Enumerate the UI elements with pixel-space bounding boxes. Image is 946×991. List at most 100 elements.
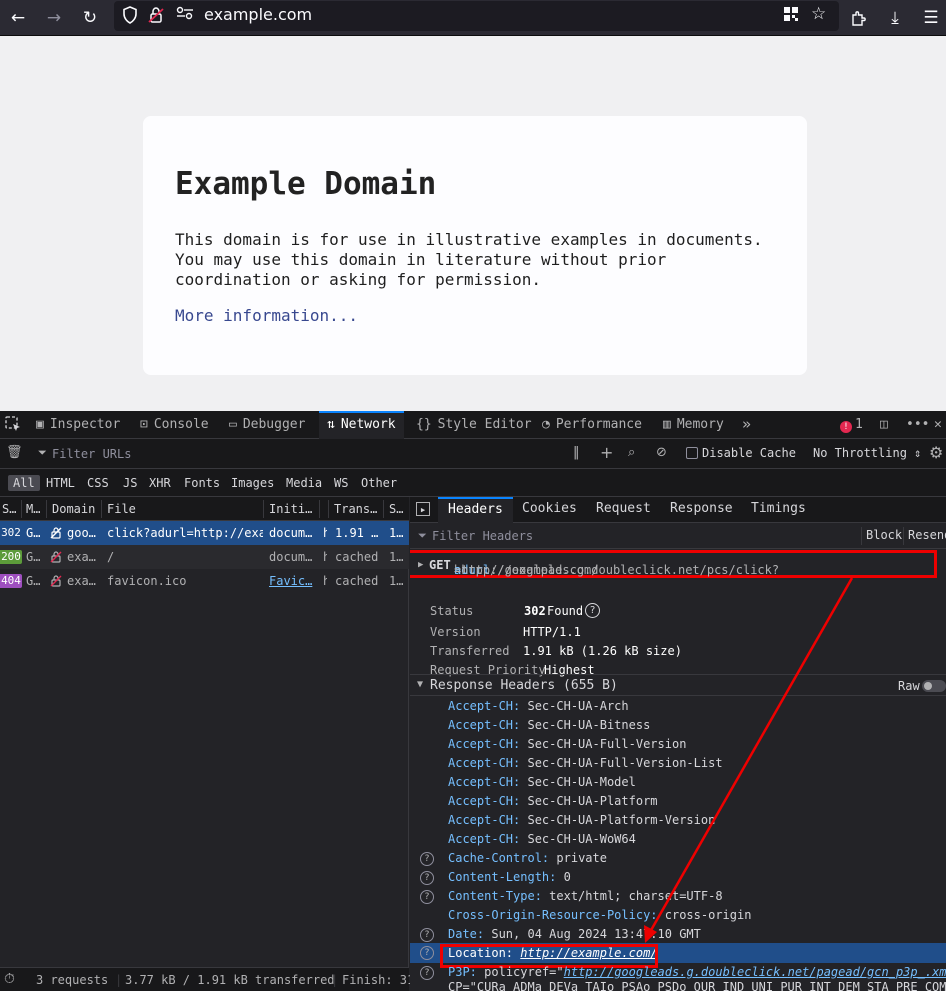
column-transferred[interactable]: Trans…: [334, 502, 380, 516]
menu-icon[interactable]: ☰: [917, 4, 945, 32]
search-icon[interactable]: ⌕: [628, 445, 635, 460]
help-question-icon[interactable]: ?: [420, 966, 434, 980]
performance-analysis-icon[interactable]: ⏱: [4, 971, 15, 987]
page-viewport: Example Domain This domain is for use in…: [0, 36, 946, 411]
block-button[interactable]: Block: [866, 528, 902, 542]
request-file: favicon.ico: [107, 574, 187, 588]
column-initiator[interactable]: Initi…: [269, 502, 315, 516]
column-divider[interactable]: [319, 500, 320, 518]
help-question-icon[interactable]: ?: [420, 890, 434, 904]
page-heading: Example Domain: [175, 166, 437, 202]
url-bar[interactable]: example.com ☆: [114, 1, 839, 31]
dock-side-icon[interactable]: ◫: [880, 411, 888, 439]
tab-timings[interactable]: Timings: [751, 497, 806, 523]
collapse-triangle-icon[interactable]: ▼: [417, 679, 423, 690]
error-count-badge[interactable]: ! 1: [840, 411, 863, 439]
bookmark-star-icon[interactable]: ☆: [811, 4, 826, 24]
url-text[interactable]: example.com: [204, 5, 312, 24]
response-header-line: Cross-Origin-Resource-Policy: cross-orig…: [448, 908, 751, 922]
status-badge: 302: [0, 526, 22, 540]
column-divider[interactable]: [46, 500, 47, 518]
filter-media[interactable]: Media: [286, 476, 322, 490]
transferred-label: Transferred: [430, 644, 510, 658]
response-headers-section[interactable]: ▼ Response Headers (655 B) Raw: [410, 674, 946, 696]
tab-response[interactable]: Response: [670, 497, 733, 523]
extensions-icon[interactable]: [845, 4, 873, 32]
qr-code-icon[interactable]: [783, 6, 799, 26]
clear-trash-icon[interactable]: 🗑: [6, 445, 23, 460]
response-header-line: Accept-CH: Sec-CH-UA-Model: [448, 775, 636, 789]
toggle-sidebar-icon[interactable]: ▸: [416, 502, 430, 516]
close-devtools-icon[interactable]: ✕: [934, 411, 942, 439]
request-row-googleads[interactable]: 302 G… goo… click?adurl=http://exam docu…: [0, 521, 409, 545]
help-question-icon[interactable]: ?: [420, 946, 434, 960]
tab-headers[interactable]: Headers: [438, 497, 513, 523]
tab-memory[interactable]: ▥ Memory: [663, 411, 724, 439]
tab-debugger[interactable]: ▭ Debugger: [229, 411, 305, 439]
help-question-icon[interactable]: ?: [585, 603, 600, 618]
help-question-icon[interactable]: ?: [420, 852, 434, 866]
column-divider[interactable]: [101, 500, 102, 518]
block-requests-icon[interactable]: ⊘: [656, 445, 667, 460]
p3p-policy-link[interactable]: http://googleads.g.doubleclick.net/pagea…: [564, 965, 946, 979]
response-header-line: Accept-CH: Sec-CH-UA-Platform-Version: [448, 813, 715, 827]
filter-other[interactable]: Other: [361, 476, 397, 490]
request-initiator-link[interactable]: Favic…: [269, 574, 321, 588]
checkbox-box[interactable]: [686, 447, 698, 459]
filter-fonts[interactable]: Fonts: [184, 476, 220, 490]
request-row-example-root[interactable]: 200 G… exa… / docum… h cached 1…: [0, 545, 409, 569]
tab-performance[interactable]: ◔ Performance: [542, 411, 642, 439]
tab-network[interactable]: ⇅ Network: [319, 411, 404, 439]
expand-triangle-icon[interactable]: ▶: [418, 560, 423, 570]
tab-inspector[interactable]: ▣ Inspector: [36, 411, 120, 439]
filter-css[interactable]: CSS: [87, 476, 109, 490]
pause-icon[interactable]: ‖: [573, 445, 580, 460]
request-line-highlight[interactable]: ▶ GET http://googleads.g.doubleclick.net…: [410, 550, 937, 578]
request-list-header: S… M… Domain File Initi… Trans… S…: [0, 497, 409, 521]
column-method[interactable]: M…: [26, 502, 44, 516]
shield-icon[interactable]: [122, 6, 138, 28]
column-status[interactable]: S…: [2, 502, 20, 516]
help-question-icon[interactable]: ?: [420, 871, 434, 885]
raw-toggle[interactable]: [922, 680, 946, 692]
tab-style-editor[interactable]: {} Style Editor: [416, 411, 532, 439]
tab-request[interactable]: Request: [596, 497, 651, 523]
throttling-select[interactable]: No Throttling ⇕: [813, 446, 921, 460]
filter-headers-input[interactable]: Filter Headers: [432, 529, 533, 543]
filter-html[interactable]: HTML: [46, 476, 75, 490]
lock-icon[interactable]: [148, 6, 164, 28]
network-settings-gear-icon[interactable]: ⚙: [929, 443, 943, 462]
reload-icon[interactable]: ↻: [76, 4, 104, 32]
filter-images[interactable]: Images: [231, 476, 274, 490]
debugger-icon: ▭: [229, 417, 237, 432]
more-information-link[interactable]: More information...: [175, 306, 358, 325]
back-arrow-icon[interactable]: ←: [4, 4, 32, 32]
forward-arrow-icon[interactable]: →: [40, 4, 68, 32]
filter-js[interactable]: JS: [123, 476, 137, 490]
filter-ws[interactable]: WS: [334, 476, 348, 490]
inspector-icon: ▣: [36, 417, 44, 432]
filter-xhr[interactable]: XHR: [149, 476, 171, 490]
headers-filter-bar: ⏷ Filter Headers Block Resend: [410, 523, 946, 549]
downloads-icon[interactable]: ⤓: [881, 4, 909, 32]
resend-button[interactable]: Resend: [908, 528, 946, 542]
column-divider[interactable]: [383, 500, 384, 518]
request-transferred: cached: [335, 550, 379, 564]
column-divider[interactable]: [21, 500, 22, 518]
tab-cookies[interactable]: Cookies: [522, 497, 577, 523]
filter-urls-input[interactable]: Filter URLs: [52, 447, 131, 461]
request-row-favicon[interactable]: 404 G… exa… favicon.ico Favic… h cached …: [0, 569, 409, 593]
column-domain[interactable]: Domain: [52, 502, 100, 516]
column-size[interactable]: S…: [389, 502, 407, 516]
permissions-icon[interactable]: [176, 6, 194, 24]
more-tabs-chevron-icon[interactable]: »: [742, 411, 751, 439]
add-blocking-icon[interactable]: +: [600, 443, 613, 462]
tab-console[interactable]: ⊡ Console: [140, 411, 209, 439]
column-divider[interactable]: [328, 500, 329, 518]
disable-cache-checkbox[interactable]: Disable Cache: [686, 446, 796, 460]
column-file[interactable]: File: [107, 502, 257, 516]
filter-all[interactable]: All: [8, 475, 40, 491]
column-divider[interactable]: [263, 500, 264, 518]
more-options-icon[interactable]: •••: [906, 411, 929, 439]
help-question-icon[interactable]: ?: [420, 928, 434, 942]
